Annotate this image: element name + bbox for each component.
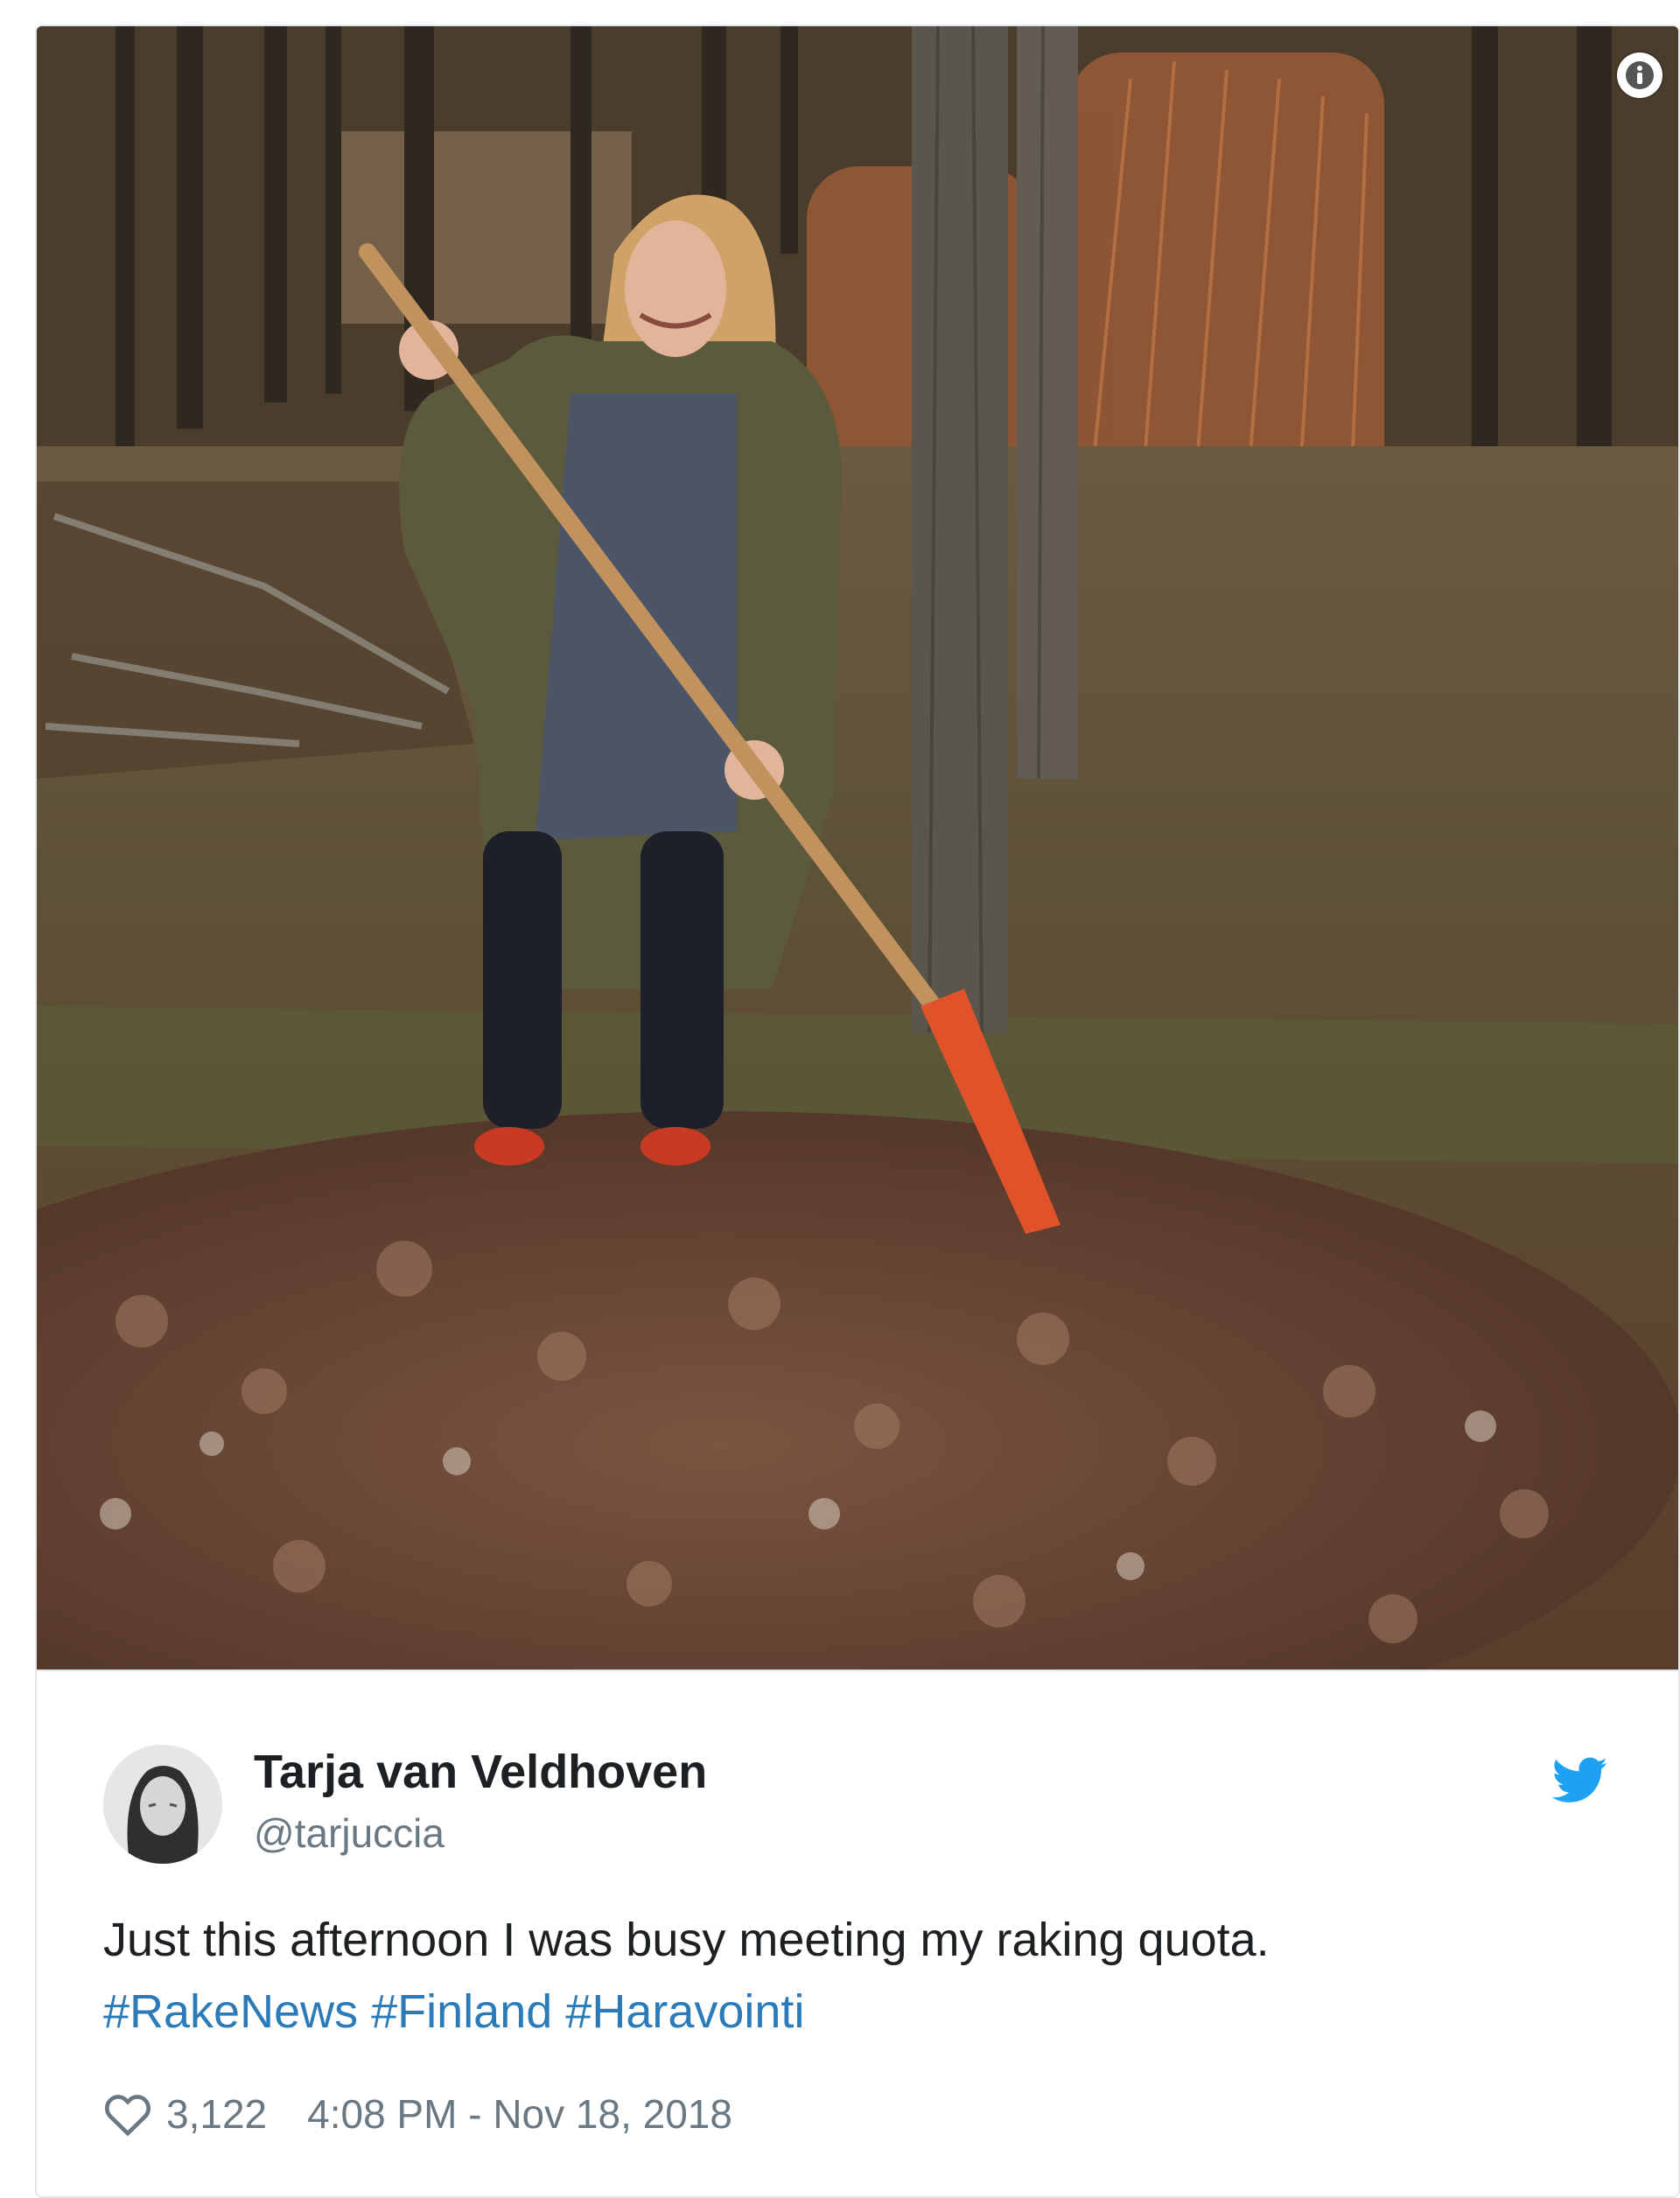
author-display-name[interactable]: Tarja van Veldhoven (254, 1745, 707, 1799)
twitter-bird-icon[interactable] (1552, 1757, 1608, 1804)
hashtag-finland[interactable]: #Finland (371, 1985, 552, 2038)
like-count[interactable]: 3,122 (166, 2090, 267, 2138)
hashtag-rakenews[interactable]: #RakeNews (103, 1985, 358, 2038)
embedded-tweet-card: Tarja van Veldhoven @tarjuccia Just this… (35, 24, 1680, 2198)
heart-icon[interactable] (103, 2091, 152, 2137)
avatar-image (103, 1745, 222, 1864)
info-circle-icon (1626, 61, 1654, 89)
tweet-footer: 3,122 4:08 PM - Nov 18, 2018 (103, 2086, 732, 2142)
hashtag-haravointi[interactable]: #Haravointi (565, 1985, 804, 2038)
avatar[interactable] (103, 1745, 222, 1864)
photo-woman-raking-leaves (37, 26, 1678, 1670)
info-icon[interactable] (1617, 52, 1662, 98)
author-handle[interactable]: @tarjuccia (254, 1810, 444, 1857)
tweet-timestamp[interactable]: 4:08 PM - Nov 18, 2018 (307, 2090, 732, 2138)
tweet-photo[interactable] (37, 26, 1678, 1670)
tweet-text-body: Just this afternoon I was busy meeting m… (103, 1914, 1270, 1966)
tweet-text: Just this afternoon I was busy meeting m… (103, 1904, 1608, 2048)
tweet-body: Tarja van Veldhoven @tarjuccia Just this… (37, 1670, 1678, 2196)
